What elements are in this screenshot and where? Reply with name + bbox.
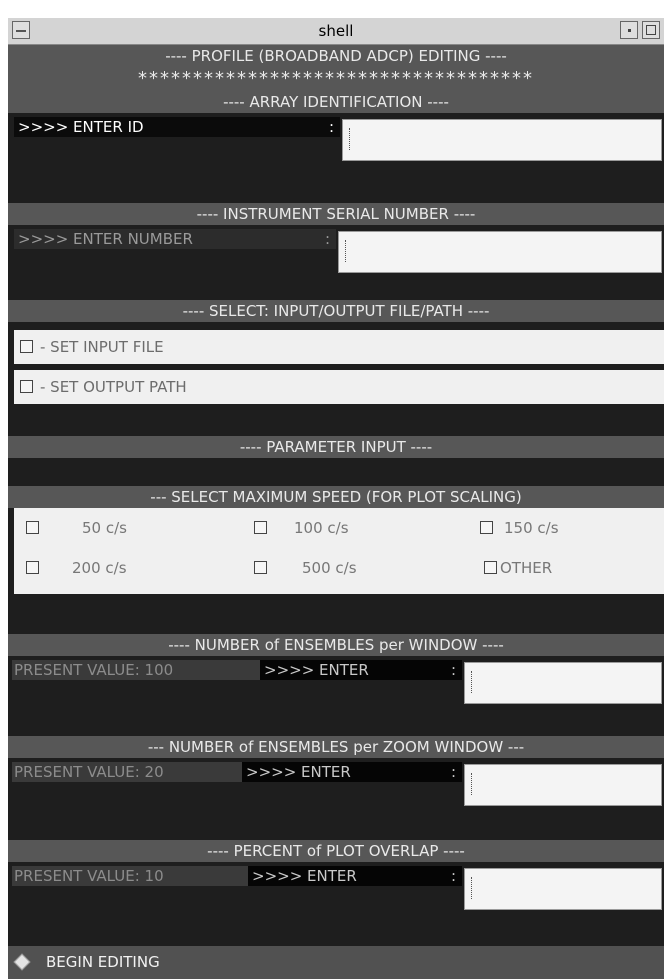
array-id-input[interactable] bbox=[342, 119, 662, 161]
overlap-sep: : bbox=[450, 867, 456, 885]
serial-prompt: >>>> ENTER NUMBER : bbox=[14, 229, 336, 249]
serial-heading: ---- INSTRUMENT SERIAL NUMBER ---- bbox=[8, 203, 664, 225]
zoom-sep: : bbox=[450, 763, 456, 781]
ensembles-heading: ---- NUMBER of ENSEMBLES per WINDOW ---- bbox=[8, 634, 664, 656]
ensembles-present-value: PRESENT VALUE: 100 bbox=[12, 660, 260, 680]
array-id-row: >>>> ENTER ID : bbox=[8, 113, 664, 193]
set-output-path-label: - SET OUTPUT PATH bbox=[40, 378, 187, 396]
zoom-heading: --- NUMBER of ENSEMBLES per ZOOM WINDOW … bbox=[8, 736, 664, 758]
speed-label: 100 c/s bbox=[294, 519, 349, 537]
text-caret bbox=[471, 877, 473, 899]
diamond-icon bbox=[13, 953, 31, 971]
speed-label: 500 c/s bbox=[302, 559, 357, 577]
checkbox[interactable] bbox=[254, 561, 267, 574]
overlap-heading: ---- PERCENT of PLOT OVERLAP ---- bbox=[8, 840, 664, 862]
serial-input[interactable] bbox=[338, 231, 662, 273]
stars-divider: ************************************ bbox=[8, 67, 664, 91]
ensembles-enter-text: >>>> ENTER bbox=[264, 661, 369, 679]
array-id-prompt-text: >>>> ENTER ID bbox=[18, 118, 144, 136]
set-input-file-label: - SET INPUT FILE bbox=[40, 338, 164, 356]
zoom-input[interactable] bbox=[464, 764, 662, 806]
ensembles-sep: : bbox=[450, 661, 456, 679]
zoom-enter-text: >>>> ENTER bbox=[246, 763, 351, 781]
overlap-enter-text: >>>> ENTER bbox=[252, 867, 357, 885]
param-heading: ---- PARAMETER INPUT ---- bbox=[8, 436, 664, 458]
minimize-icon[interactable] bbox=[620, 21, 638, 39]
checkbox[interactable] bbox=[20, 340, 33, 353]
begin-editing-label: BEGIN EDITING bbox=[46, 953, 160, 971]
serial-prompt-text: >>>> ENTER NUMBER bbox=[18, 230, 193, 248]
array-id-heading: ---- ARRAY IDENTIFICATION ---- bbox=[8, 91, 664, 113]
zoom-row: PRESENT VALUE: 20 >>>> ENTER : bbox=[8, 758, 664, 844]
checkbox[interactable] bbox=[20, 380, 33, 393]
speed-label: 200 c/s bbox=[72, 559, 127, 577]
text-caret bbox=[471, 773, 473, 795]
array-id-sep: : bbox=[328, 118, 334, 136]
checkbox[interactable] bbox=[480, 521, 493, 534]
checkbox[interactable] bbox=[26, 521, 39, 534]
checkbox[interactable] bbox=[26, 561, 39, 574]
checkbox[interactable] bbox=[254, 521, 267, 534]
set-output-path-toggle[interactable]: - SET OUTPUT PATH bbox=[14, 370, 664, 404]
overlap-enter-label: >>>> ENTER : bbox=[248, 866, 462, 886]
speed-label: 50 c/s bbox=[82, 519, 127, 537]
title-bar[interactable]: shell bbox=[8, 18, 664, 45]
array-id-prompt: >>>> ENTER ID : bbox=[14, 117, 340, 137]
speed-panel: 50 c/s 100 c/s 150 c/s 200 c/s 500 c/s O… bbox=[14, 508, 664, 594]
speed-label: OTHER bbox=[500, 559, 553, 577]
max-speed-heading: --- SELECT MAXIMUM SPEED (FOR PLOT SCALI… bbox=[8, 486, 664, 508]
zoom-enter-label: >>>> ENTER : bbox=[242, 762, 462, 782]
text-caret bbox=[345, 240, 347, 262]
checkbox[interactable] bbox=[484, 561, 497, 574]
serial-sep: : bbox=[324, 230, 330, 248]
io-heading: ---- SELECT: INPUT/OUTPUT FILE/PATH ---- bbox=[8, 300, 664, 322]
overlap-input[interactable] bbox=[464, 868, 662, 910]
speed-label: 150 c/s bbox=[504, 519, 559, 537]
overlap-present-value: PRESENT VALUE: 10 bbox=[12, 866, 248, 886]
text-caret bbox=[349, 128, 351, 150]
profile-heading: ---- PROFILE (BROADBAND ADCP) EDITING --… bbox=[8, 45, 664, 67]
window-title: shell bbox=[318, 22, 354, 40]
zoom-present-value: PRESENT VALUE: 20 bbox=[12, 762, 242, 782]
set-input-file-toggle[interactable]: - SET INPUT FILE bbox=[14, 330, 664, 364]
shell-window: shell ---- PROFILE (BROADBAND ADCP) EDIT… bbox=[8, 18, 664, 979]
begin-editing-button[interactable]: BEGIN EDITING bbox=[8, 946, 664, 979]
text-caret bbox=[471, 671, 473, 693]
ensembles-enter-label: >>>> ENTER : bbox=[260, 660, 462, 680]
ensembles-input[interactable] bbox=[464, 662, 662, 704]
serial-row: >>>> ENTER NUMBER : bbox=[8, 225, 664, 310]
ensembles-row: PRESENT VALUE: 100 >>>> ENTER : bbox=[8, 656, 664, 736]
maximize-icon[interactable] bbox=[642, 21, 660, 39]
overlap-row: PRESENT VALUE: 10 >>>> ENTER : bbox=[8, 862, 664, 946]
